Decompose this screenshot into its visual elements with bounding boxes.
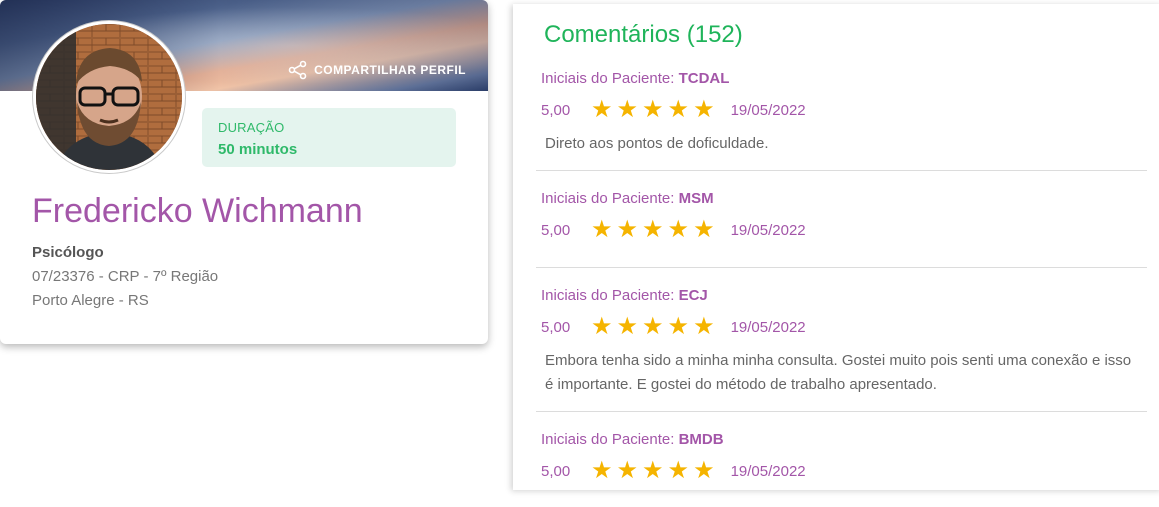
star-icon: ★ bbox=[693, 96, 715, 123]
comment-date: 19/05/2022 bbox=[730, 221, 806, 239]
rating-stars: ★ ★ ★ ★ ★ bbox=[591, 96, 715, 123]
star-icon: ★ bbox=[693, 313, 715, 340]
rating-row: 5,00 ★ ★ ★ ★ ★ 19/05/2022 bbox=[541, 457, 806, 484]
profession: Psicólogo bbox=[32, 244, 104, 261]
comment-date: 19/05/2022 bbox=[730, 462, 806, 480]
location: Porto Alegre - RS bbox=[32, 292, 149, 309]
comments-panel[interactable]: Comentários (152) Iniciais do Paciente: … bbox=[513, 4, 1159, 490]
rating-stars: ★ ★ ★ ★ ★ bbox=[591, 313, 715, 340]
star-icon: ★ bbox=[642, 216, 664, 243]
star-icon: ★ bbox=[591, 313, 613, 340]
comment-item: Iniciais do Paciente: MSM 5,00 ★ ★ ★ ★ ★… bbox=[536, 190, 1147, 268]
initials-label: Iniciais do Paciente: bbox=[541, 287, 679, 304]
star-icon: ★ bbox=[667, 96, 690, 123]
star-icon: ★ bbox=[667, 457, 690, 484]
initials-value: MSM bbox=[678, 190, 714, 207]
star-icon: ★ bbox=[616, 313, 639, 340]
patient-initials: Iniciais do Paciente: BMDB bbox=[541, 431, 724, 448]
duration-label: DURAÇÃO bbox=[218, 120, 285, 135]
initials-value: ECJ bbox=[678, 287, 708, 304]
star-icon: ★ bbox=[642, 457, 664, 484]
star-icon: ★ bbox=[591, 216, 613, 243]
share-icon bbox=[288, 60, 308, 80]
initials-label: Iniciais do Paciente: bbox=[541, 190, 679, 207]
rating-score: 5,00 bbox=[541, 462, 571, 480]
star-icon: ★ bbox=[616, 457, 639, 484]
comments-title: Comentários (152) bbox=[544, 21, 743, 48]
patient-initials: Iniciais do Paciente: MSM bbox=[541, 190, 714, 207]
comment-item: Iniciais do Paciente: TCDAL 5,00 ★ ★ ★ ★… bbox=[536, 70, 1147, 171]
rating-stars: ★ ★ ★ ★ ★ bbox=[591, 216, 715, 243]
initials-label: Iniciais do Paciente: bbox=[541, 431, 679, 448]
star-icon: ★ bbox=[616, 216, 639, 243]
star-icon: ★ bbox=[642, 96, 664, 123]
comment-text: Direto aos pontos de doficuldade. bbox=[545, 135, 769, 152]
rating-score: 5,00 bbox=[541, 221, 571, 239]
rating-score: 5,00 bbox=[541, 318, 571, 336]
comment-item: Iniciais do Paciente: ECJ 5,00 ★ ★ ★ ★ ★… bbox=[536, 287, 1147, 412]
duration-value: 50 minutos bbox=[218, 141, 298, 158]
rating-row: 5,00 ★ ★ ★ ★ ★ 19/05/2022 bbox=[541, 216, 806, 243]
avatar bbox=[33, 21, 185, 173]
comment-date: 19/05/2022 bbox=[730, 318, 806, 336]
rating-row: 5,00 ★ ★ ★ ★ ★ 19/05/2022 bbox=[541, 313, 806, 340]
patient-initials: Iniciais do Paciente: ECJ bbox=[541, 287, 708, 304]
comment-date: 19/05/2022 bbox=[730, 101, 806, 119]
duration-box: DURAÇÃO 50 minutos bbox=[202, 108, 456, 167]
profile-card: COMPARTILHAR PERFIL DURAÇÃO 50 minutos F… bbox=[0, 0, 488, 344]
patient-initials: Iniciais do Paciente: TCDAL bbox=[541, 70, 729, 87]
star-icon: ★ bbox=[667, 216, 690, 243]
initials-value: TCDAL bbox=[678, 70, 730, 87]
star-icon: ★ bbox=[591, 96, 613, 123]
initials-label: Iniciais do Paciente: bbox=[541, 70, 679, 87]
star-icon: ★ bbox=[667, 313, 690, 340]
share-profile-label: COMPARTILHAR PERFIL bbox=[314, 63, 466, 77]
rating-score: 5,00 bbox=[541, 101, 571, 119]
comment-item: Iniciais do Paciente: BMDB 5,00 ★ ★ ★ ★ … bbox=[536, 431, 1147, 490]
initials-value: BMDB bbox=[678, 431, 724, 448]
doctor-name: Fredericko Wichmann bbox=[32, 192, 363, 230]
comment-text: Embora tenha sido a minha minha consulta… bbox=[545, 352, 1132, 393]
star-icon: ★ bbox=[693, 457, 715, 484]
star-icon: ★ bbox=[642, 313, 664, 340]
star-icon: ★ bbox=[616, 96, 639, 123]
star-icon: ★ bbox=[693, 216, 715, 243]
rating-row: 5,00 ★ ★ ★ ★ ★ 19/05/2022 bbox=[541, 96, 806, 123]
share-profile-link[interactable]: COMPARTILHAR PERFIL bbox=[288, 60, 466, 80]
rating-stars: ★ ★ ★ ★ ★ bbox=[591, 457, 715, 484]
star-icon: ★ bbox=[591, 457, 613, 484]
professional-register: 07/23376 - CRP - 7º Região bbox=[32, 268, 219, 285]
